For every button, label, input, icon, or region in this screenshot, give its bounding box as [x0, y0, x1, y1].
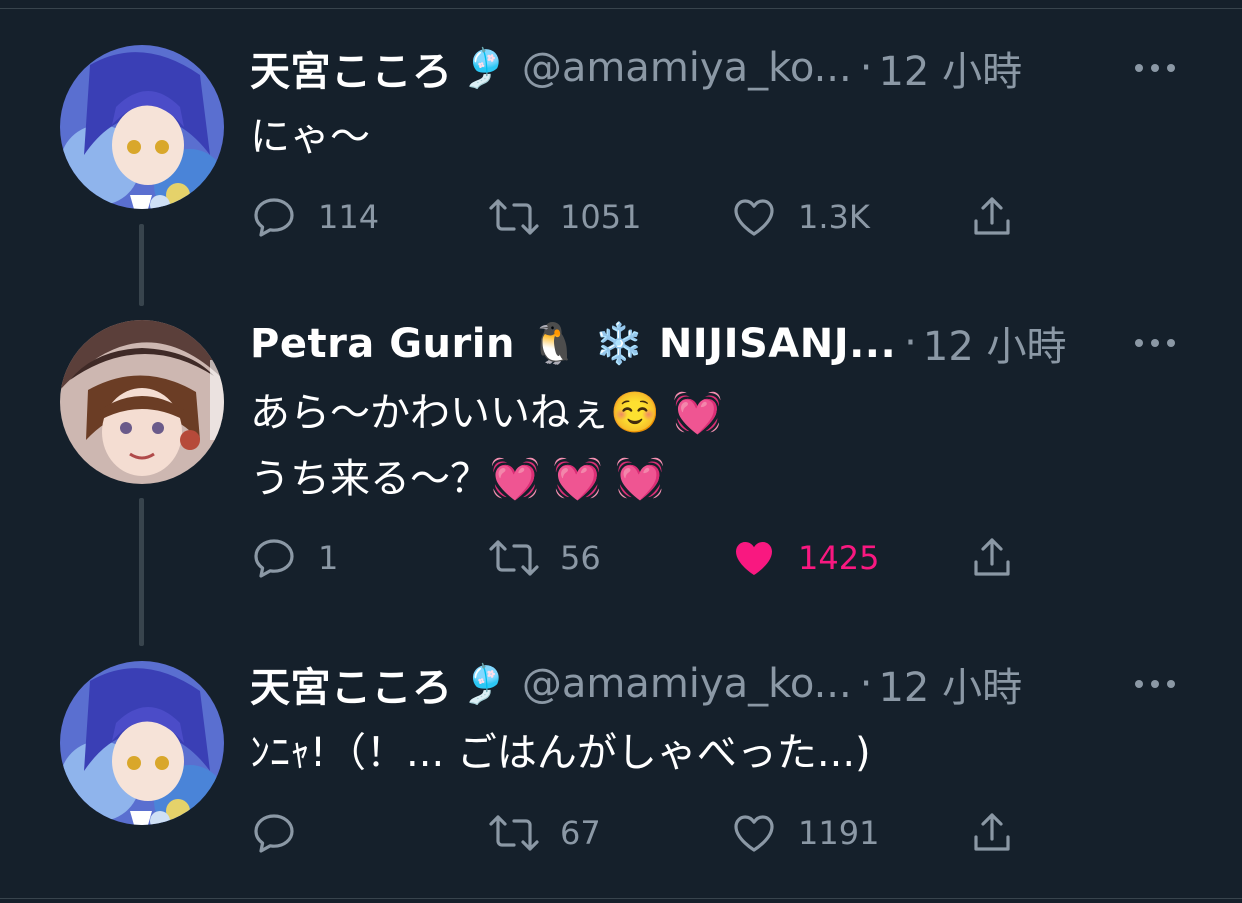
retweet-button[interactable]: 67 [488, 806, 601, 860]
more-options-icon[interactable] [1130, 43, 1180, 93]
tweet-text: にゃ～ [250, 114, 370, 160]
retweet-icon [489, 199, 539, 235]
tweet-actions: 67 1191 [250, 806, 1050, 860]
tweet-header: Petra Gurin 🐧 ❄️ NIJISANJ... · 12 小時 [250, 318, 1210, 370]
like-count: 1425 [798, 539, 880, 577]
timestamp[interactable]: 12 小時 [878, 39, 1022, 97]
avatar-petra-icon [60, 320, 224, 484]
avatar[interactable] [60, 320, 224, 484]
thread-connector [139, 224, 144, 306]
separator-dot: · [904, 320, 917, 366]
username-handle[interactable]: @amamiya_ko... [522, 45, 852, 91]
tweet-actions: 114 1051 1.3K [250, 190, 1050, 244]
tweet-actions: 1 56 1425 [250, 531, 1050, 585]
share-icon [974, 197, 1010, 235]
reply-count: 114 [318, 198, 380, 236]
share-button[interactable] [968, 806, 1016, 860]
avatar-kokoro-icon [60, 45, 224, 209]
share-icon [974, 813, 1010, 851]
tweet-text: あら～かわいいねぇ☺️ 💓 うち来る～？💓 💓 💓 [250, 390, 723, 502]
display-name[interactable]: Petra Gurin 🐧 ❄️ NIJISANJ... [250, 320, 896, 367]
timestamp[interactable]: 12 小時 [878, 655, 1022, 713]
more-options-icon[interactable] [1130, 318, 1180, 368]
like-button[interactable]: 1.3K [730, 190, 870, 244]
wind-chime-icon: 🎐 [460, 45, 508, 90]
retweet-count: 67 [560, 814, 601, 852]
reply-button[interactable]: 1 [250, 531, 338, 585]
like-button[interactable]: 1191 [730, 806, 879, 860]
retweet-icon [489, 540, 539, 576]
heart-outline-icon [734, 815, 774, 852]
heart-filled-icon [736, 542, 772, 575]
retweet-button[interactable]: 56 [488, 531, 601, 585]
reply-icon [254, 198, 294, 237]
tweet-header: 天宮こころ 🎐 @amamiya_ko... · 12 小時 [250, 659, 1210, 711]
username-handle[interactable]: @amamiya_ko... [522, 661, 852, 707]
reply-icon [254, 539, 294, 578]
reply-icon [254, 814, 294, 853]
timestamp[interactable]: 12 小時 [923, 314, 1067, 372]
retweet-icon [489, 815, 539, 851]
like-button[interactable]: 1425 [730, 531, 879, 585]
display-name[interactable]: 天宮こころ [250, 655, 453, 713]
like-count: 1.3K [798, 198, 870, 236]
bottom-divider [0, 898, 1242, 899]
retweet-button[interactable]: 1051 [488, 190, 641, 244]
more-options-icon[interactable] [1130, 659, 1180, 709]
tweet-header: 天宮こころ 🎐 @amamiya_ko... · 12 小時 [250, 43, 1210, 95]
tweet-text: ﾝﾆｬ!（！... ごはんがしゃべった...) [250, 730, 871, 776]
like-count: 1191 [798, 814, 880, 852]
display-name[interactable]: 天宮こころ [250, 39, 453, 97]
heart-outline-icon [734, 199, 774, 236]
reply-button[interactable]: 114 [250, 190, 379, 244]
avatar[interactable] [60, 45, 224, 209]
separator-dot: · [859, 661, 873, 707]
reply-count: 1 [318, 539, 339, 577]
retweet-count: 56 [560, 539, 601, 577]
retweet-count: 1051 [560, 198, 642, 236]
avatar-kokoro-icon [60, 661, 224, 825]
wind-chime-icon: 🎐 [460, 661, 508, 706]
separator-dot: · [859, 45, 873, 91]
thread-connector [139, 498, 144, 646]
share-icon [974, 538, 1010, 576]
avatar[interactable] [60, 661, 224, 825]
share-button[interactable] [968, 531, 1016, 585]
share-button[interactable] [968, 190, 1016, 244]
reply-button[interactable] [250, 806, 318, 860]
top-divider [0, 8, 1242, 9]
